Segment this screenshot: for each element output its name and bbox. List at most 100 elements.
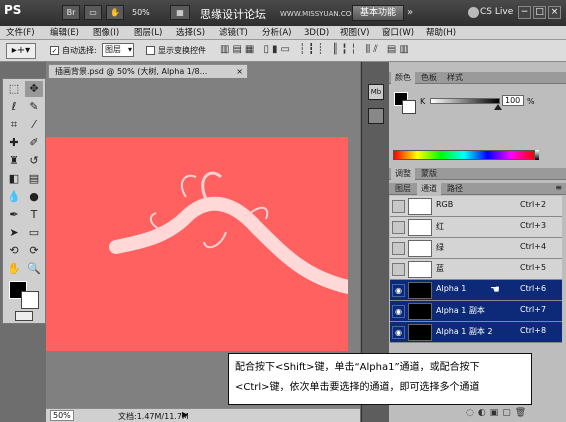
shape-tool-icon[interactable]: ▭ — [25, 225, 43, 241]
document-tab[interactable]: 插画背景.psd @ 50% (大树, Alpha 1/8... × — [48, 64, 248, 78]
auto-select-dropdown[interactable]: 图层 ▾ — [102, 43, 134, 57]
tab-channels[interactable]: 通道 — [417, 183, 441, 195]
bridge-button[interactable]: Br — [62, 5, 80, 20]
close-icon[interactable]: × — [548, 6, 561, 19]
panel-background-swatch[interactable] — [402, 100, 416, 114]
menu-layer[interactable]: 图层(L) — [134, 26, 162, 40]
channel-row-alpha1-copy[interactable]: ◉ Alpha 1 副本 Ctrl+7 — [390, 301, 562, 322]
panel-menu-icon[interactable]: ≡ — [555, 183, 562, 192]
menu-window[interactable]: 窗口(W) — [382, 26, 414, 40]
color-spectrum-ramp[interactable] — [393, 150, 535, 160]
bw-ramp[interactable] — [535, 150, 539, 160]
caption-line-1: 配合按下<Shift>键，单击“Alpha1”通道，或配合按下 — [235, 362, 480, 373]
menu-3d[interactable]: 3D(D) — [304, 26, 329, 40]
minibridge-button[interactable]: ▭ — [84, 5, 102, 20]
menu-filter[interactable]: 滤镜(T) — [219, 26, 248, 40]
eye-icon[interactable] — [392, 221, 405, 234]
channel-thumbnail — [408, 303, 432, 320]
menu-image[interactable]: 图像(I) — [93, 26, 119, 40]
hand-zoom-button[interactable]: ✋ — [106, 5, 124, 20]
channel-thumbnail — [408, 282, 432, 299]
eye-icon[interactable] — [392, 263, 405, 276]
hand-tool-icon[interactable]: ✋ — [5, 261, 23, 277]
eye-icon[interactable]: ◉ — [392, 284, 405, 297]
menu-edit[interactable]: 编辑(E) — [50, 26, 79, 40]
eye-icon[interactable]: ◉ — [392, 305, 405, 318]
eye-icon[interactable]: ◉ — [392, 326, 405, 339]
minibridge-panel-icon[interactable]: Mb — [368, 84, 384, 100]
options-bar: ▸+▾ ✓ 自动选择: 图层 ▾ 显示变换控件 ▥▤▦ ▯▮▭ ┆┇┊ ║╏╎ ⫼… — [0, 40, 566, 62]
zoom-level[interactable]: 50% — [132, 8, 150, 17]
channel-panel-buttons[interactable]: ◌◐▣▢🗑 — [466, 408, 562, 420]
dodge-tool-icon[interactable]: ● — [25, 189, 43, 205]
3d-rotate-icon[interactable]: ⟲ — [5, 243, 23, 259]
channel-row-blue[interactable]: 蓝 Ctrl+5 — [390, 259, 562, 280]
channel-thumbnail — [408, 261, 432, 278]
align-distribute-buttons[interactable]: ▥▤▦ ▯▮▭ ┆┇┊ ║╏╎ ⫼⫽ ▤▥ — [220, 44, 560, 58]
channel-row-alpha1-copy2[interactable]: ◉ Alpha 1 副本 2 Ctrl+8 — [390, 322, 562, 343]
tool-preset-picker[interactable]: ▸+▾ — [6, 43, 36, 59]
channel-row-green[interactable]: 绿 Ctrl+4 — [390, 238, 562, 259]
close-tab-icon[interactable]: × — [236, 65, 243, 78]
menu-help[interactable]: 帮助(H) — [426, 26, 456, 40]
brush-tool-icon[interactable]: ✐ — [25, 135, 43, 151]
background-color-swatch[interactable] — [21, 291, 39, 309]
healing-brush-icon[interactable]: ✚ — [5, 135, 23, 151]
maximize-icon[interactable]: □ — [533, 6, 546, 19]
eye-icon[interactable] — [392, 200, 405, 213]
auto-select-checkbox[interactable]: ✓ — [50, 46, 59, 55]
menu-file[interactable]: 文件(F) — [6, 26, 35, 40]
canvas-image[interactable] — [46, 137, 355, 351]
channel-shortcut: Ctrl+4 — [520, 242, 547, 251]
k-slider-handle[interactable] — [494, 104, 502, 110]
show-transform-checkbox[interactable] — [146, 46, 155, 55]
toolbox: ⬚ ✥ ℓ ✎ ⌗ ⁄ ✚ ✐ ♜ ↺ ◧ ▤ 💧 ● ✒ T ➤ ▭ ⟲ ⟳ … — [2, 78, 46, 324]
tab-color[interactable]: 颜色 — [391, 72, 415, 84]
type-tool-icon[interactable]: T — [25, 207, 43, 223]
channel-row-alpha1[interactable]: ◉ Alpha 1 ☚ Ctrl+6 — [390, 280, 562, 301]
lasso-tool-icon[interactable]: ℓ — [5, 99, 23, 115]
channel-row-rgb[interactable]: RGB Ctrl+2 — [390, 196, 562, 217]
k-slider[interactable] — [430, 98, 500, 104]
cslive-button[interactable]: CS Live — [480, 7, 513, 17]
menu-analysis[interactable]: 分析(A) — [262, 26, 291, 40]
tab-paths[interactable]: 路径 — [443, 183, 467, 195]
quick-mask-icon[interactable] — [15, 311, 33, 321]
pen-tool-icon[interactable]: ✒ — [5, 207, 23, 223]
quick-select-icon[interactable]: ✎ — [25, 99, 43, 115]
arrange-docs-button[interactable]: ▦ — [170, 5, 190, 20]
move-tool-icon[interactable]: ✥ — [25, 81, 43, 97]
eye-icon[interactable] — [392, 242, 405, 255]
tab-adjustments[interactable]: 调整 — [391, 168, 415, 180]
chevron-double-icon[interactable]: » — [407, 5, 421, 21]
tab-masks[interactable]: 蒙版 — [417, 168, 441, 180]
zoom-tool-icon[interactable]: 🔍 — [25, 261, 43, 277]
gradient-tool-icon[interactable]: ▤ — [25, 171, 43, 187]
tab-layers[interactable]: 图层 — [391, 183, 415, 195]
marquee-tool-icon[interactable]: ⬚ — [5, 81, 23, 97]
tab-swatches[interactable]: 色板 — [417, 72, 441, 84]
eraser-icon[interactable]: ◧ — [5, 171, 23, 187]
history-panel-icon[interactable] — [368, 108, 384, 124]
k-unit: % — [527, 97, 535, 106]
history-brush-icon[interactable]: ↺ — [25, 153, 43, 169]
watermark-text: 思缘设计论坛 — [200, 8, 266, 21]
minimize-icon[interactable]: − — [518, 6, 531, 19]
status-menu-icon[interactable]: ▶ — [182, 410, 188, 419]
workspace-button[interactable]: 基本功能 — [352, 5, 404, 21]
tab-styles[interactable]: 样式 — [443, 72, 467, 84]
channel-name: 蓝 — [436, 264, 444, 273]
eyedropper-icon[interactable]: ⁄ — [25, 117, 43, 133]
3d-orbit-icon[interactable]: ⟳ — [25, 243, 43, 259]
clone-stamp-icon[interactable]: ♜ — [5, 153, 23, 169]
auto-select-label: 自动选择: — [62, 46, 97, 55]
channel-row-red[interactable]: 红 Ctrl+3 — [390, 217, 562, 238]
k-value-input[interactable]: 100 — [502, 95, 524, 106]
status-zoom[interactable]: 50% — [50, 410, 74, 421]
blur-tool-icon[interactable]: 💧 — [5, 189, 23, 205]
menu-view[interactable]: 视图(V) — [340, 26, 369, 40]
menu-select[interactable]: 选择(S) — [176, 26, 205, 40]
crop-tool-icon[interactable]: ⌗ — [5, 117, 23, 133]
path-select-icon[interactable]: ➤ — [5, 225, 23, 241]
channel-thumbnail — [408, 324, 432, 341]
